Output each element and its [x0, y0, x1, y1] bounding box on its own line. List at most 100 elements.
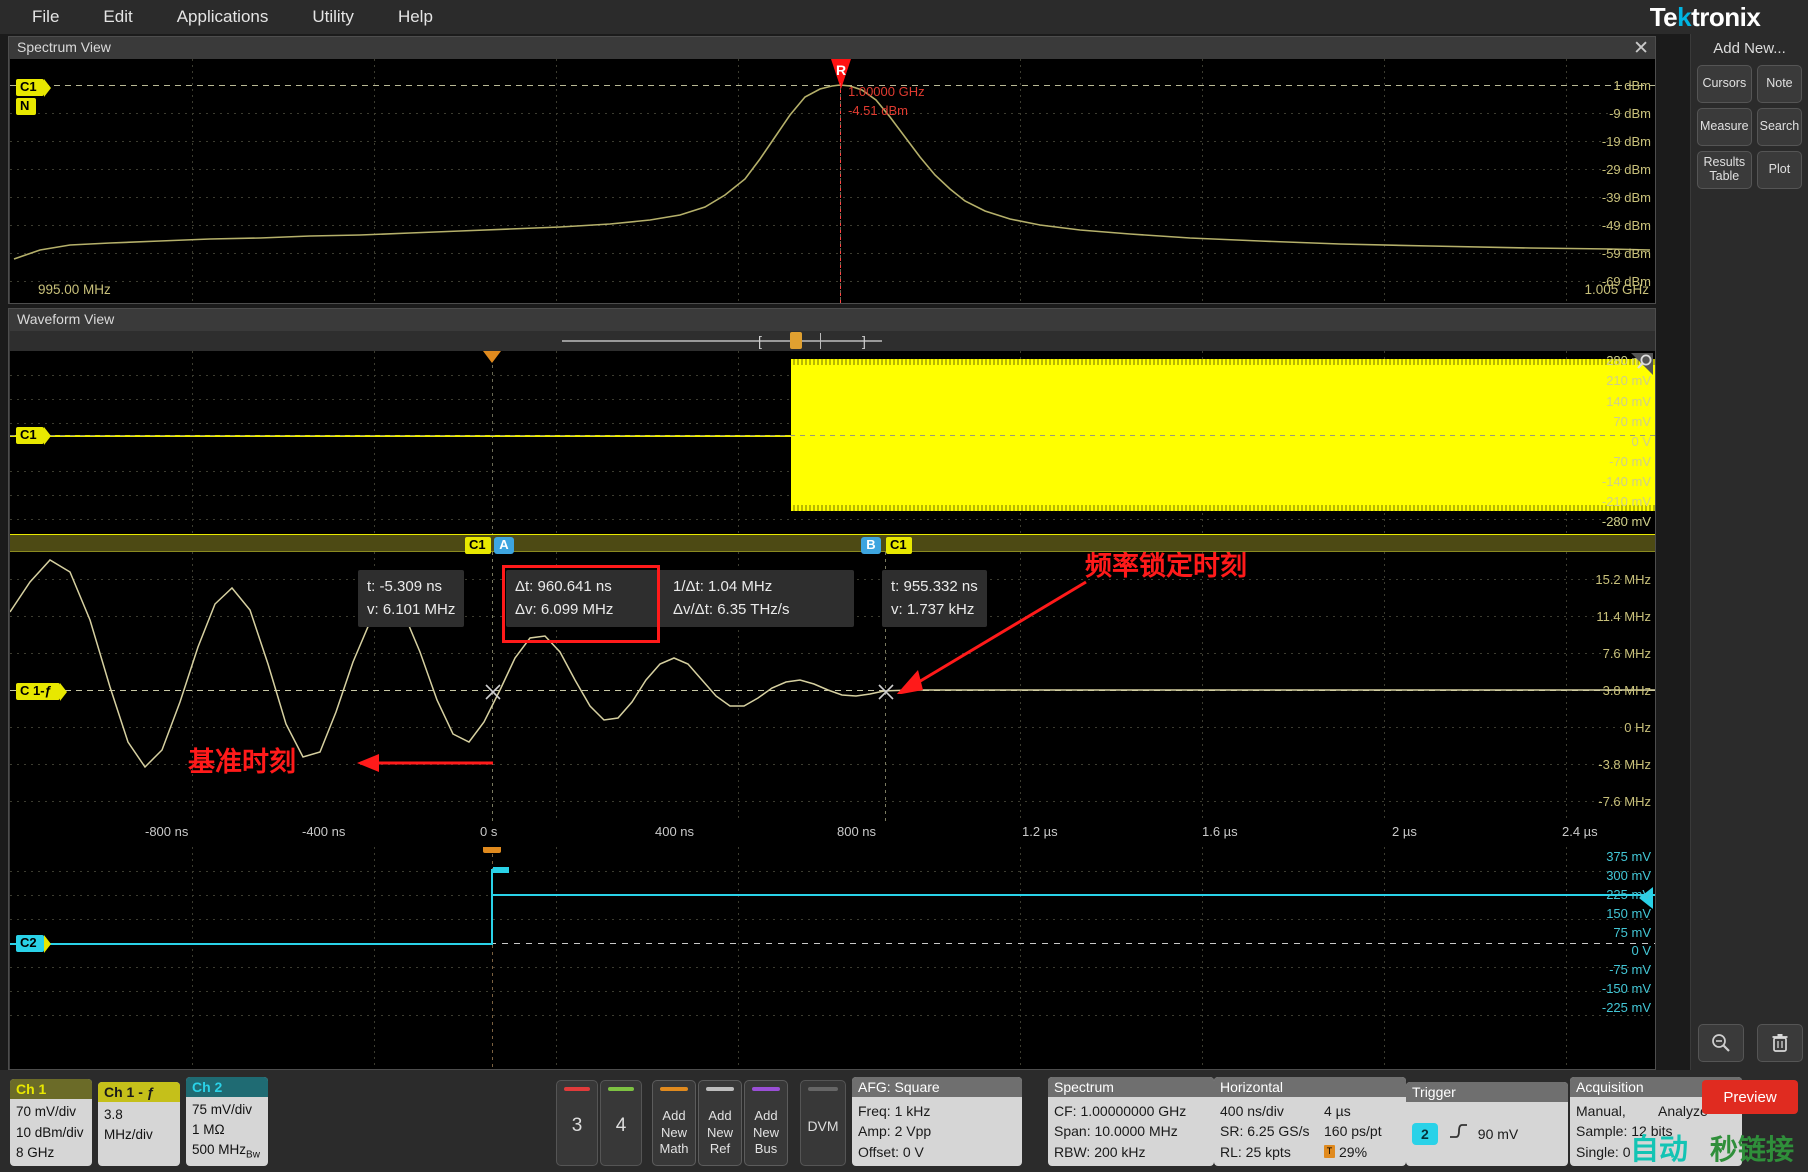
- freq-badge-label: C 1-ƒ: [20, 683, 52, 698]
- spectrum-ylabel-4: -39 dBm: [1601, 190, 1651, 205]
- cursor-b-chan-badge[interactable]: C1: [886, 537, 912, 554]
- sidebar-button-results-table[interactable]: Results Table: [1697, 151, 1752, 189]
- trigger-source-badge[interactable]: 2: [1412, 1122, 1438, 1146]
- sidebar-title: Add New...: [1713, 40, 1786, 57]
- cursor-a-readout[interactable]: t: -5.309 ns v: 6.101 MHz: [358, 570, 465, 627]
- ch1-box-body: 70 mV/div 10 dBm/div 8 GHz: [10, 1099, 92, 1166]
- sidebar-button-cursors[interactable]: Cursors: [1697, 65, 1752, 103]
- delta-highlight-box: [502, 565, 660, 643]
- wf-ylabel-7: -210 mV: [1601, 494, 1651, 509]
- channel-box-ch1f[interactable]: Ch 1 - ƒ 3.8 MHz/div: [98, 1082, 180, 1166]
- fq-ylabel-2: 7.6 MHz: [1602, 646, 1651, 661]
- add-new-ref-button[interactable]: Add New Ref: [698, 1080, 742, 1166]
- ch2-vdiv: 75 mV/div: [192, 1101, 253, 1117]
- ch2-ylabel-5: 0 V: [1631, 943, 1651, 958]
- add-new-math-button[interactable]: Add New Math: [652, 1080, 696, 1166]
- fq-ylabel-1: 11.4 MHz: [1596, 609, 1651, 624]
- menu-item-edit[interactable]: Edit: [85, 3, 150, 31]
- trigger-panel[interactable]: Trigger 2 90 mV: [1406, 1082, 1568, 1166]
- cursor-b-readout[interactable]: t: 955.332 ns v: 1.737 kHz: [882, 570, 987, 627]
- zoom-out-icon[interactable]: [1697, 1024, 1744, 1062]
- waveform-view-title: Waveform View: [17, 311, 115, 327]
- waveform-view-header[interactable]: Waveform View: [9, 309, 1655, 331]
- horizontal-panel[interactable]: Horizontal 400 ns/div 4 µs SR: 6.25 GS/s…: [1214, 1077, 1406, 1166]
- ch1-box-header: Ch 1: [10, 1079, 92, 1100]
- channel-box-ch2[interactable]: Ch 2 75 mV/div 1 MΩ 500 MHzBw: [186, 1076, 268, 1166]
- logo-part1: Te: [1649, 2, 1678, 32]
- spectrum-panel[interactable]: Spectrum CF: 1.00000000 GHz Span: 10.000…: [1048, 1077, 1214, 1166]
- fq-ylabel-0: 15.2 MHz: [1595, 572, 1651, 587]
- spectrum-channel-badge-c1[interactable]: C1: [16, 79, 51, 97]
- record-overview-strip[interactable]: [ ]: [10, 331, 1655, 351]
- add-new-ref-label: Add New Ref: [706, 1108, 733, 1156]
- ch1f-freqdiv: 3.8 MHz/div: [104, 1107, 153, 1143]
- x-label-0: -800 ns: [145, 824, 189, 839]
- trigger-position-marker[interactable]: [483, 351, 501, 363]
- ch1-overlay-band: [10, 534, 1655, 552]
- dvm-color-cap: [808, 1087, 838, 1091]
- preview-button[interactable]: Preview: [1702, 1080, 1798, 1114]
- freq-channel-badge[interactable]: C 1-ƒ: [16, 683, 67, 701]
- cursor-b-t: t: 955.332 ns: [891, 578, 978, 595]
- afg-panel[interactable]: AFG: Square Freq: 1 kHz Amp: 2 Vpp Offse…: [852, 1077, 1022, 1166]
- x-label-2: 0 s: [480, 824, 498, 839]
- menu-item-utility[interactable]: Utility: [294, 3, 372, 31]
- ch2-channel-badge[interactable]: C2: [16, 935, 51, 953]
- channel-button-4[interactable]: 4: [600, 1080, 642, 1166]
- ch1-bw: 8 GHz: [16, 1144, 55, 1160]
- spectrum-ylabel-6: -59 dBm: [1601, 246, 1651, 261]
- trigger-level-marker[interactable]: T: [483, 847, 501, 853]
- overview-trigger-handle[interactable]: [790, 332, 802, 349]
- horiz-percent: 29%: [1339, 1143, 1368, 1160]
- cursor-b-badge[interactable]: B: [861, 537, 881, 554]
- sidebar-button-plot[interactable]: Plot: [1756, 151, 1803, 189]
- add-new-bus-label: Add New Bus: [752, 1108, 779, 1156]
- spectrum-view-panel: Spectrum View ✕ R 1.00000 GHz -4.51 dBm …: [8, 36, 1656, 304]
- x-label-6: 1.6 µs: [1202, 824, 1238, 839]
- spectrum-channel-badge-n[interactable]: N: [16, 98, 36, 115]
- menu-item-help[interactable]: Help: [380, 3, 451, 31]
- preview-label: Preview: [1723, 1088, 1777, 1106]
- ch2-ylabel-6: -75 mV: [1609, 962, 1651, 977]
- channel-box-ch1[interactable]: Ch 1 70 mV/div 10 dBm/div 8 GHz: [10, 1079, 92, 1166]
- close-icon[interactable]: ✕: [1633, 37, 1649, 60]
- waveform-zoom-icon[interactable]: [1627, 353, 1653, 384]
- bandwidth-limit-icon: Bw: [246, 1150, 260, 1161]
- cursor-b-v: v: 1.737 kHz: [891, 600, 975, 618]
- cursor-a-chan-badge[interactable]: C1: [465, 537, 491, 554]
- marker-vline: [840, 83, 841, 303]
- add-new-math-label: Add New Math: [659, 1108, 689, 1156]
- cursor-a-mark[interactable]: [484, 683, 502, 706]
- x-label-5: 1.2 µs: [1022, 824, 1058, 839]
- wf-ylabel-3: 70 mV: [1613, 414, 1651, 429]
- menu-item-applications[interactable]: Applications: [159, 3, 287, 31]
- spectrum-view-header[interactable]: Spectrum View ✕: [9, 37, 1655, 59]
- ch2-box-header: Ch 2: [186, 1076, 268, 1097]
- wf-ylabel-2: 140 mV: [1606, 394, 1651, 409]
- annotation-lock-moment: 频率锁定时刻: [1085, 552, 1247, 582]
- spectrum-ylabel-5: -49 dBm: [1601, 218, 1651, 233]
- wf-ylabel-5: -70 mV: [1609, 454, 1651, 469]
- ch1-vdiv: 70 mV/div: [16, 1104, 77, 1120]
- sidebar-button-note[interactable]: Note: [1756, 65, 1803, 103]
- cursor-a-v: v: 6.101 MHz: [367, 600, 456, 618]
- menu-item-file[interactable]: File: [14, 3, 77, 31]
- trash-icon[interactable]: [1756, 1024, 1803, 1062]
- spectrum-plot[interactable]: R 1.00000 GHz -4.51 dBm C1 N 1 dBm -9 dB…: [10, 59, 1655, 303]
- sidebar-button-search[interactable]: Search: [1756, 108, 1803, 146]
- ch2-plot[interactable]: T C2 375 mV 300 mV 225 mV 150 mV 75 mV 0…: [10, 847, 1655, 1069]
- menu-bar: File Edit Applications Utility Help: [0, 0, 1808, 34]
- afg-offset: Offset: 0 V: [858, 1143, 924, 1160]
- dvm-label: DVM: [807, 1118, 839, 1134]
- bottom-settings-bar: Ch 1 70 mV/div 10 dBm/div 8 GHz Ch 1 - ƒ…: [0, 1070, 1808, 1172]
- waveform-channel-badge-c1[interactable]: C1: [16, 427, 51, 445]
- add-new-bus-button[interactable]: Add New Bus: [744, 1080, 788, 1166]
- cursor-a-chan-label: C1: [469, 537, 486, 552]
- cursor-a-badge[interactable]: A: [494, 537, 514, 554]
- ch1-timedomain-plot[interactable]: C1 280 mV 210 mV 140 mV 70 mV 0 V -70 mV…: [10, 351, 1655, 821]
- channel-button-3[interactable]: 3: [556, 1080, 598, 1166]
- dvm-button[interactable]: DVM: [800, 1080, 846, 1166]
- sidebar-button-measure[interactable]: Measure: [1697, 108, 1752, 146]
- acq-mode: Manual,: [1576, 1103, 1626, 1120]
- spectrum-x-start: 995.00 MHz: [38, 282, 111, 297]
